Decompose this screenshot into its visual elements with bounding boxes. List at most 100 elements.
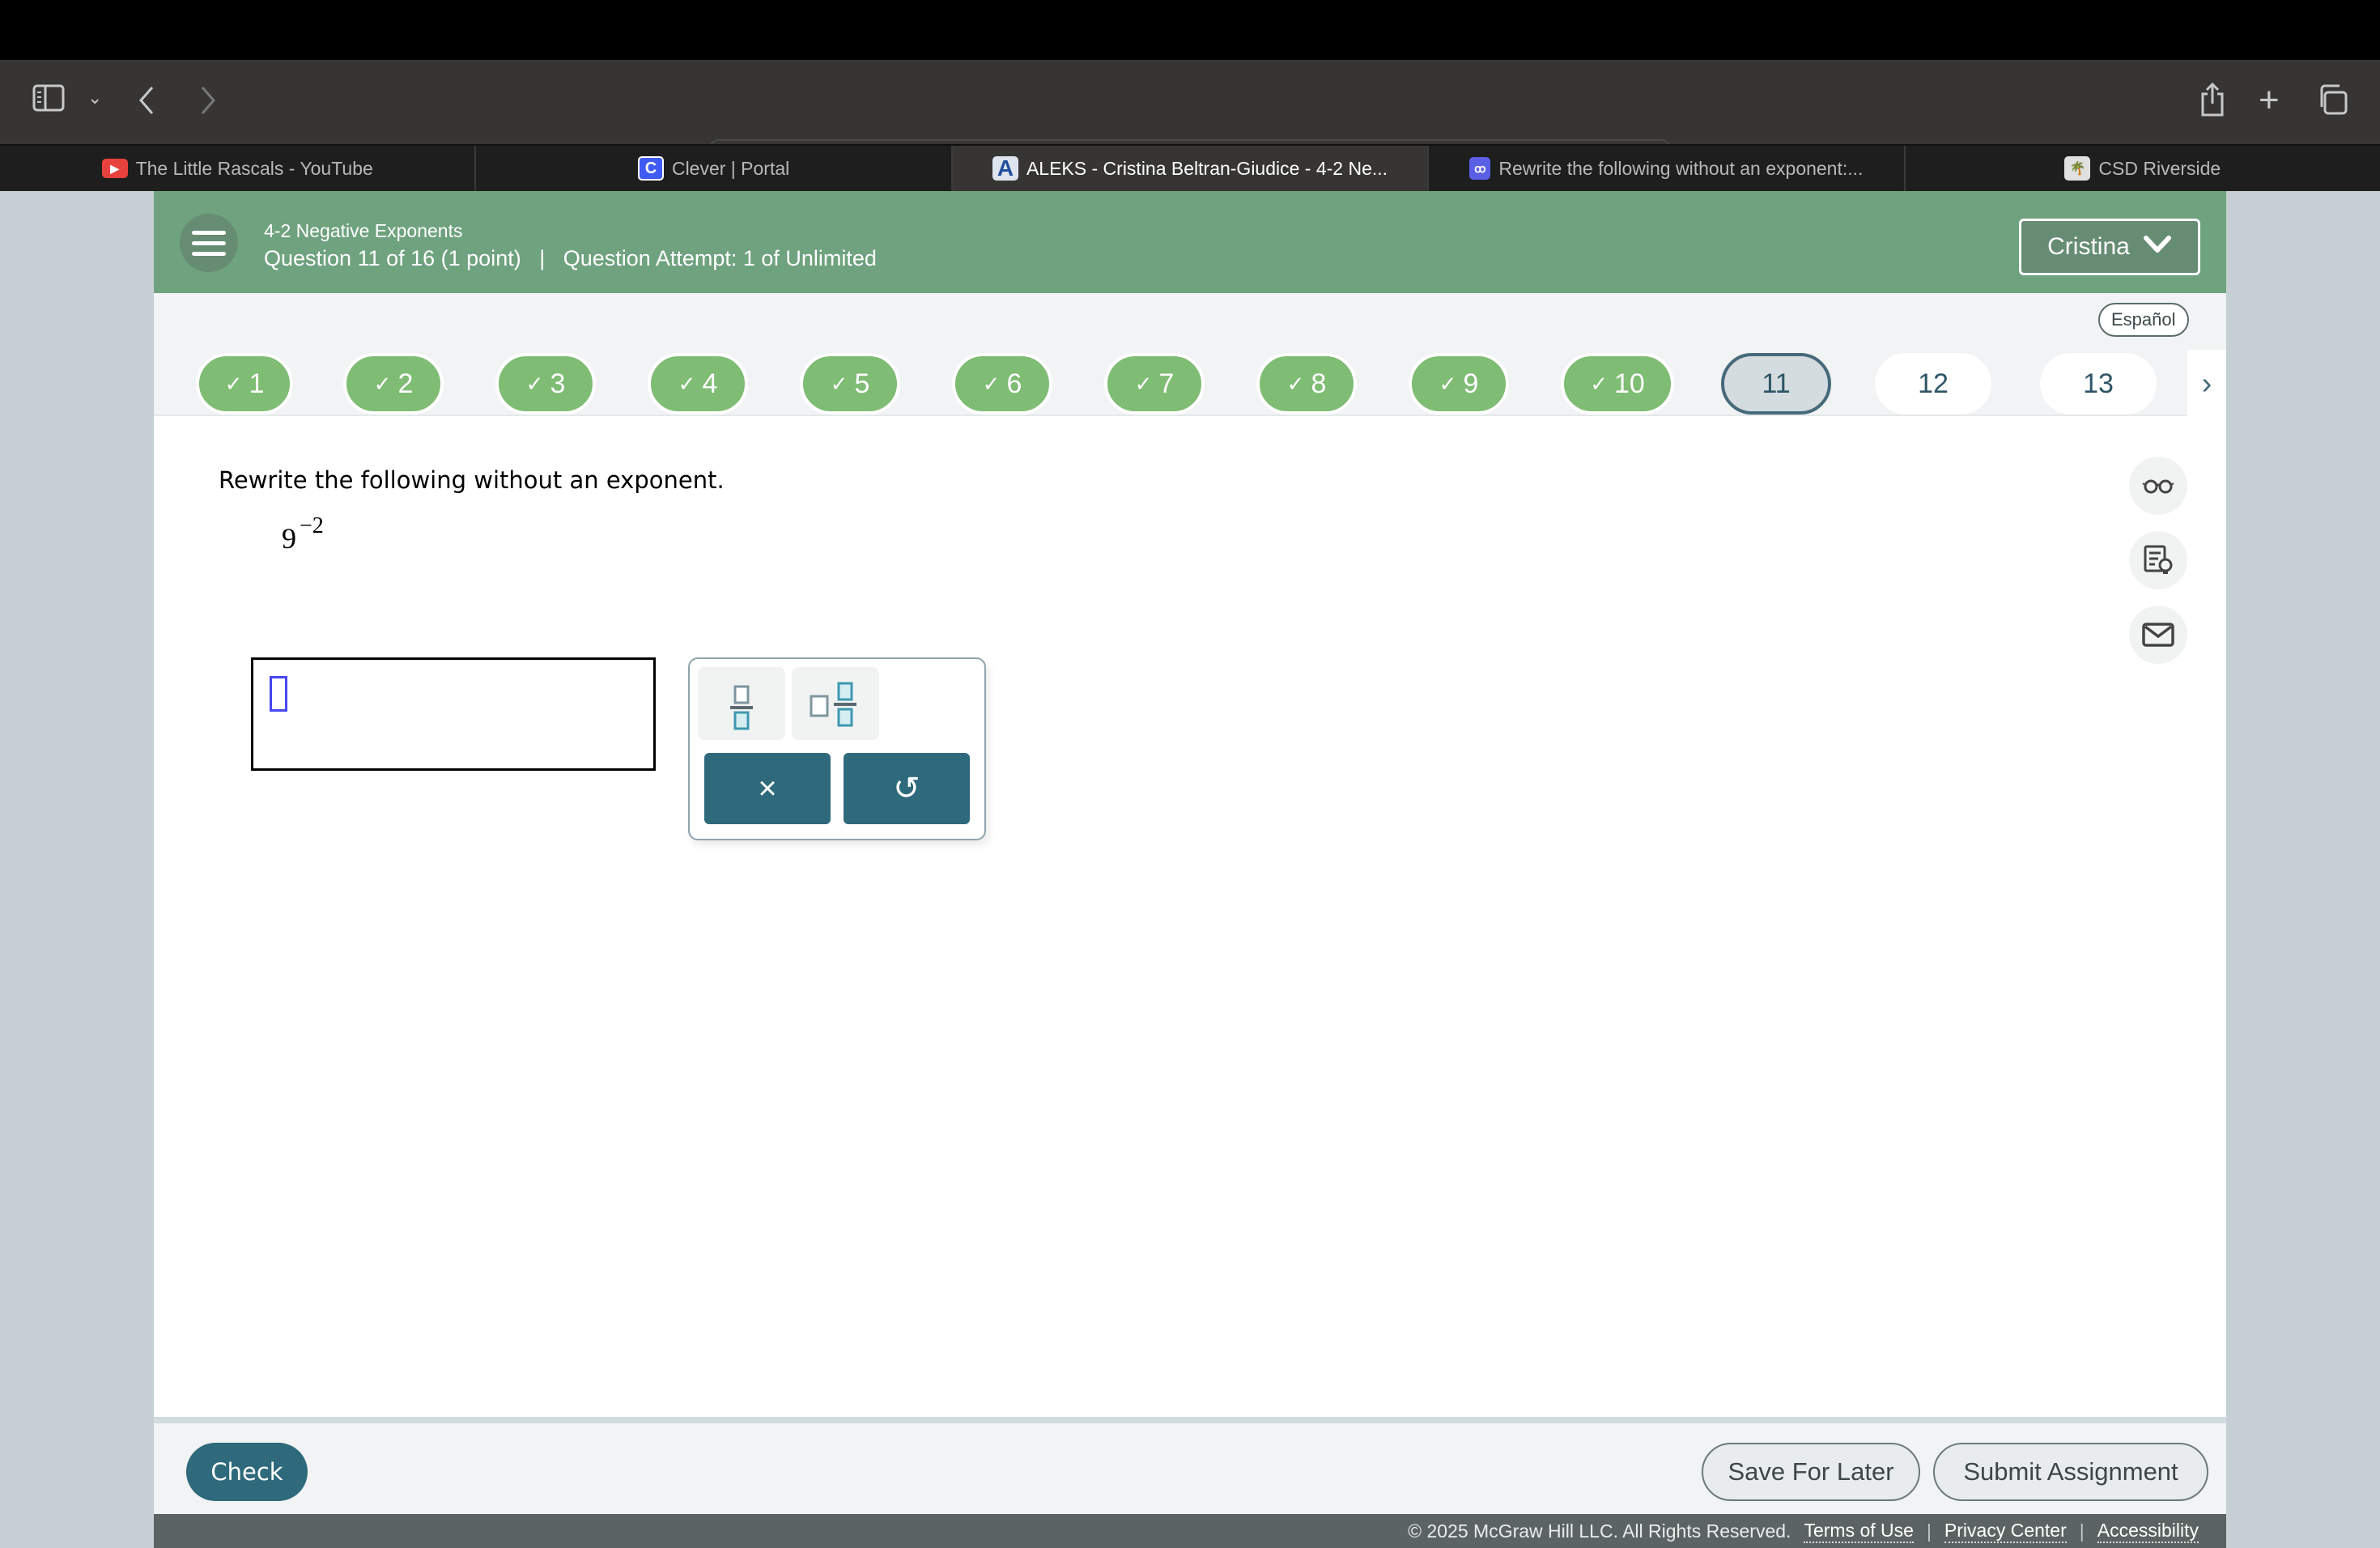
tab-label: ALEKS - Cristina Beltran-Giudice - 4-2 N… [1026, 157, 1388, 179]
tab-overview-icon[interactable] [2317, 84, 2348, 120]
fraction-button[interactable] [698, 667, 785, 740]
save-for-later-button[interactable]: Save For Later [1702, 1443, 1920, 1501]
page-background: 4-2 Negative Exponents Question 11 of 16… [0, 191, 2380, 1548]
submit-assignment-button[interactable]: Submit Assignment [1933, 1443, 2208, 1501]
message-button[interactable] [2129, 606, 2187, 664]
back-icon[interactable] [138, 84, 157, 121]
check-icon: ✓ [224, 371, 243, 396]
question-nav-2[interactable]: ✓ 2 [343, 353, 444, 415]
question-number-label: 1 [249, 368, 265, 399]
separator: | [1926, 1520, 1932, 1542]
math-palette: × ↺ [688, 657, 986, 840]
user-name: Cristina [2047, 233, 2130, 260]
attempt-info: Question Attempt: 1 of Unlimited [563, 246, 877, 270]
question-nav-11[interactable]: 11 [1721, 353, 1831, 415]
question-number-label: 7 [1158, 368, 1175, 399]
tab-mathway[interactable]: ꝏ Rewrite the following without an expon… [1429, 146, 1906, 191]
question-number-label: 6 [1006, 368, 1022, 399]
privacy-center-link[interactable]: Privacy Center [1944, 1520, 2067, 1543]
math-expression: 9 −2 [282, 513, 324, 555]
share-icon[interactable] [2199, 82, 2226, 121]
question-prompt: Rewrite the following without an exponen… [219, 466, 725, 494]
question-nav-9[interactable]: ✓ 9 [1409, 353, 1509, 415]
question-nav-6[interactable]: ✓ 6 [952, 353, 1052, 415]
question-number-label: 5 [854, 368, 870, 399]
question-number: Question 11 of 16 (1 point) [264, 246, 521, 270]
question-number-label: 10 [1613, 368, 1645, 399]
question-nav-3[interactable]: ✓ 3 [495, 353, 596, 415]
check-icon: ✓ [1134, 371, 1153, 396]
new-tab-icon[interactable]: + [2259, 83, 2280, 118]
next-questions-arrow[interactable]: › [2187, 350, 2226, 418]
question-area: Rewrite the following without an exponen… [154, 416, 2226, 1417]
expression-base: 9 [282, 522, 296, 555]
clear-button[interactable]: × [704, 753, 831, 824]
youtube-icon: ▶ [101, 159, 128, 178]
espanol-button[interactable]: Español [2098, 303, 2189, 337]
question-number-label: 3 [550, 368, 566, 399]
fraction-icon [730, 685, 753, 730]
hamburger-icon [192, 230, 226, 235]
question-nav-1[interactable]: ✓ 1 [196, 353, 293, 415]
question-number-label: 9 [1463, 368, 1479, 399]
undo-button[interactable]: ↺ [844, 753, 970, 824]
check-button[interactable]: Check [186, 1443, 308, 1501]
aleks-app: 4-2 Negative Exponents Question 11 of 16… [154, 191, 2226, 1548]
tab-csd[interactable]: 🌴 CSD Riverside [1906, 146, 2380, 191]
tab-youtube[interactable]: ▶ The Little Rascals - YouTube [0, 146, 477, 191]
mixed-number-button[interactable] [792, 667, 879, 740]
check-icon: ✓ [830, 371, 848, 396]
question-nav-12[interactable]: 12 [1875, 353, 1991, 415]
question-number-label: 11 [1762, 368, 1791, 399]
tab-label: Clever | Portal [671, 157, 790, 179]
site-footer: © 2025 McGraw Hill LLC. All Rights Reser… [154, 1514, 2226, 1548]
glasses-icon [2142, 479, 2174, 494]
question-nav-8[interactable]: ✓ 8 [1256, 353, 1357, 415]
reading-glasses-button[interactable] [2129, 457, 2187, 515]
mail-icon [2142, 623, 2174, 647]
aleks-icon: A [992, 155, 1018, 181]
copyright-text: © 2025 McGraw Hill LLC. All Rights Reser… [1408, 1520, 1791, 1542]
explanation-button[interactable] [2129, 531, 2187, 589]
question-number-label: 13 [2083, 368, 2114, 399]
tab-bar: ▶ The Little Rascals - YouTube C Clever … [0, 144, 2380, 191]
terms-of-use-link[interactable]: Terms of Use [1804, 1520, 1914, 1543]
user-menu-button[interactable]: Cristina [2019, 219, 2200, 275]
mixed-number-icon [810, 682, 856, 727]
question-nav-13[interactable]: 13 [2040, 353, 2157, 415]
menu-button[interactable] [180, 214, 238, 272]
forward-icon[interactable] [198, 84, 217, 121]
close-icon: × [758, 770, 777, 806]
input-cursor-placeholder [270, 676, 287, 712]
mathway-icon: ꝏ [1469, 157, 1491, 180]
chevron-down-icon [2143, 233, 2172, 261]
question-nav-7[interactable]: ✓ 7 [1104, 353, 1205, 415]
question-nav-4[interactable]: ✓ 4 [648, 353, 748, 415]
assignment-header: 4-2 Negative Exponents Question 11 of 16… [154, 191, 2226, 293]
tab-label: CSD Riverside [2098, 157, 2221, 179]
check-icon: ✓ [982, 371, 1001, 396]
tab-label: The Little Rascals - YouTube [135, 157, 373, 179]
question-number-label: 12 [1918, 368, 1949, 399]
check-icon: ✓ [1286, 371, 1305, 396]
csd-icon: 🌴 [2064, 156, 2091, 181]
question-nav-10[interactable]: ✓ 10 [1561, 353, 1674, 415]
tab-clever[interactable]: C Clever | Portal [476, 146, 953, 191]
question-number-label: 4 [702, 368, 718, 399]
check-icon: ✓ [373, 371, 392, 396]
action-bar: Check Save For Later Submit Assignment [154, 1417, 2226, 1514]
menu-bar-area [0, 0, 2380, 60]
hamburger-line [192, 251, 226, 256]
tab-aleks[interactable]: A ALEKS - Cristina Beltran-Giudice - 4-2… [952, 146, 1430, 191]
check-icon: ✓ [1590, 371, 1608, 396]
check-icon: ✓ [1439, 371, 1457, 396]
question-nav-5[interactable]: ✓ 5 [800, 353, 900, 415]
answer-input[interactable] [251, 657, 656, 771]
accessibility-link[interactable]: Accessibility [2097, 1520, 2199, 1543]
expression-exponent: −2 [300, 513, 324, 538]
chevron-down-icon[interactable]: ⌄ [87, 89, 102, 107]
document-lightbulb-icon [2144, 545, 2173, 574]
check-icon: ✓ [525, 371, 544, 396]
question-number-label: 8 [1311, 368, 1327, 399]
sidebar-toggle-icon[interactable] [32, 84, 65, 117]
